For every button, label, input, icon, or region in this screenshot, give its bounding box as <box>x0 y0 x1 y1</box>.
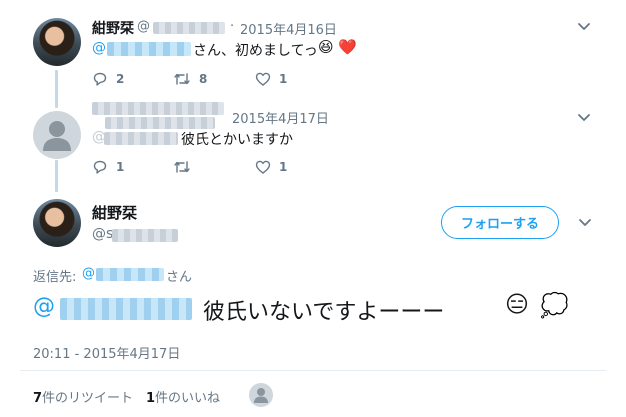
like-button[interactable]: 1 <box>255 159 287 175</box>
author-name[interactable]: 紺野栞 <box>92 18 134 38</box>
like-icon <box>255 72 271 86</box>
reply-icon <box>93 72 107 86</box>
tweet-date[interactable]: 2015年4月17日 <box>232 108 329 127</box>
likes-count: 1 <box>146 391 156 406</box>
separator: · <box>230 19 235 34</box>
reply-to-suffix: さん <box>166 270 193 285</box>
avatar[interactable] <box>33 111 81 159</box>
retweet-icon <box>174 161 190 173</box>
retweet-stats[interactable]: 7件のリツイート <box>33 387 133 406</box>
like-count: 1 <box>279 160 288 174</box>
avatar[interactable] <box>33 199 81 247</box>
retweet-button[interactable]: 8 <box>173 71 207 87</box>
mention-prefix[interactable]: @ <box>33 294 55 319</box>
like-button[interactable]: 1 <box>255 71 287 87</box>
reply-button[interactable]: 2 <box>92 71 124 87</box>
grinning-emoji: 😆 <box>318 38 334 56</box>
reply-to-mention-prefix[interactable]: @ <box>82 266 95 281</box>
reply-to-label: 返信先: <box>33 270 77 285</box>
reply-count: 2 <box>116 72 125 86</box>
retweets-label: 件のリツイート <box>42 391 134 406</box>
retweet-button[interactable] <box>173 159 199 175</box>
redacted-handle <box>105 117 215 129</box>
redacted-handle <box>112 229 178 242</box>
heart-emoji: ❤️ <box>338 38 357 56</box>
avatar[interactable] <box>33 18 81 66</box>
divider <box>20 370 606 371</box>
redacted-reply-to <box>96 268 164 281</box>
tweet-text: さん、初めましてっ <box>193 43 318 59</box>
redacted-author-name <box>92 102 224 115</box>
redacted-mention <box>104 132 178 145</box>
chevron-down-icon[interactable] <box>576 109 592 129</box>
redacted-mention <box>60 298 192 320</box>
tweet[interactable]: 紺野栞 @ · 2015年4月16日 @ さん、初めましてっ 😆 ❤️ 2 8 … <box>0 0 626 95</box>
liker-avatar[interactable] <box>249 383 273 407</box>
redacted-handle <box>153 22 225 34</box>
tweet-text: 彼氏いないですよーーー <box>203 300 445 325</box>
like-count: 1 <box>279 72 288 86</box>
thought-bubble-emoji: 💭 <box>540 293 569 319</box>
expressionless-emoji: 😑 <box>505 292 529 318</box>
chevron-down-icon[interactable] <box>576 18 592 38</box>
retweets-count: 7 <box>33 391 43 406</box>
default-user-icon <box>43 121 71 151</box>
tweet[interactable]: 2015年4月17日 @ 彼氏とかいますか 1 1 <box>0 95 626 190</box>
like-stats[interactable]: 1件のいいね <box>146 387 220 406</box>
reply-button[interactable]: 1 <box>92 159 124 175</box>
tweet-date[interactable]: 2015年4月16日 <box>240 19 337 38</box>
author-handle-prefix: @ <box>137 19 150 34</box>
likes-label: 件のいいね <box>155 391 221 406</box>
follow-button[interactable]: フォローする <box>441 206 559 239</box>
author-handle-prefix: @s <box>92 226 114 242</box>
reply-count: 1 <box>116 160 125 174</box>
like-icon <box>255 160 271 174</box>
tweet-timestamp[interactable]: 20:11 - 2015年4月17日 <box>33 343 180 362</box>
redacted-mention <box>107 42 191 56</box>
reply-icon <box>93 160 107 174</box>
author-name[interactable]: 紺野栞 <box>92 202 137 223</box>
chevron-down-icon[interactable] <box>577 214 593 234</box>
retweet-icon <box>174 73 190 85</box>
mention-prefix[interactable]: @ <box>92 40 106 56</box>
retweet-count: 8 <box>199 72 208 86</box>
tweet-text: 彼氏とかいますか <box>181 132 293 148</box>
default-user-icon <box>254 388 268 403</box>
